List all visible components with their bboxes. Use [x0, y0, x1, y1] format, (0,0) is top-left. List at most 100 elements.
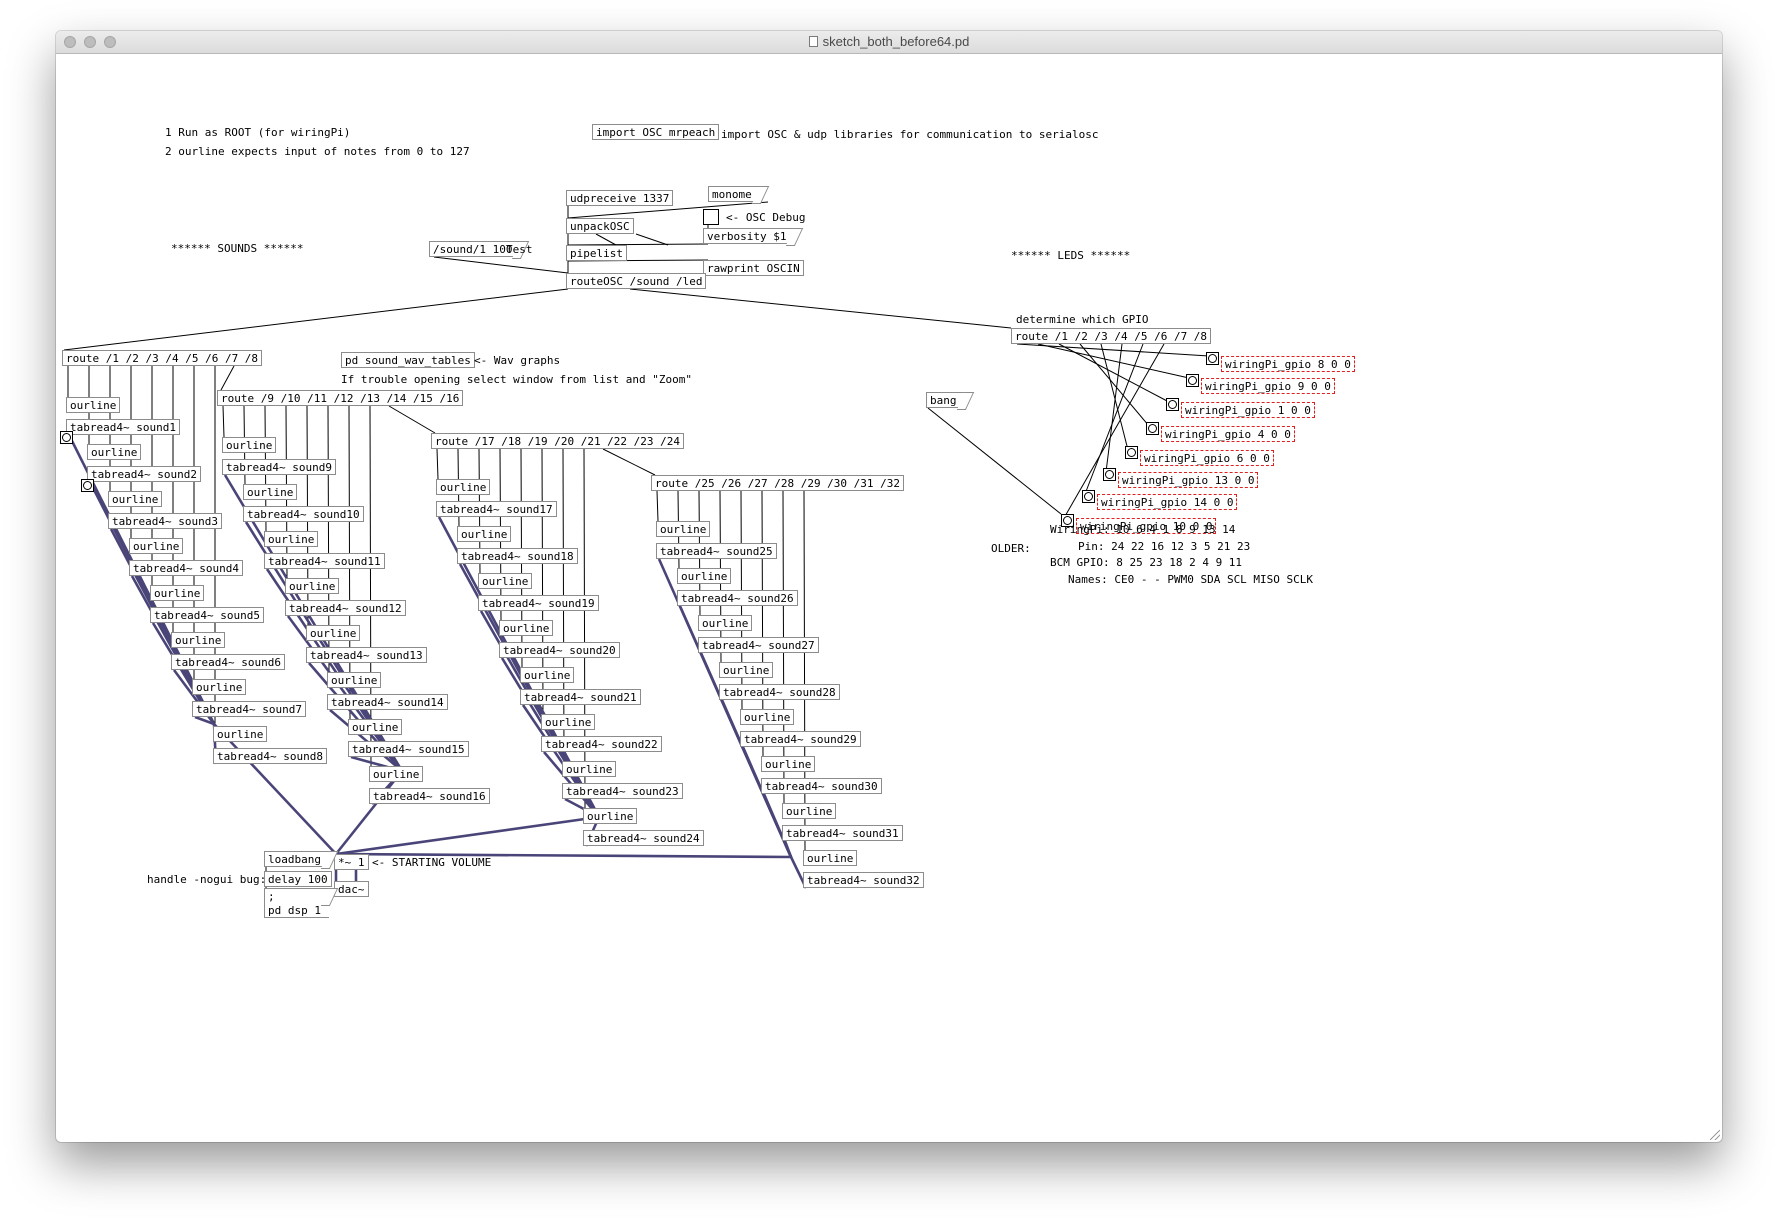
tabread-object[interactable]: tabread4~ sound11 [264, 553, 385, 569]
ourline-object[interactable]: ourline [698, 615, 753, 631]
wiringpi-gpio-object[interactable]: wiringPi_gpio 6 0 0 [1140, 450, 1274, 466]
tabread-object[interactable]: tabread4~ sound12 [285, 600, 406, 616]
ourline-object[interactable]: ourline [782, 803, 837, 819]
ourline-object[interactable]: ourline [213, 726, 268, 742]
ourline-object[interactable]: ourline [719, 662, 774, 678]
patch-canvas[interactable]: 1 Run as ROOT (for wiringPi) 2 ourline e… [56, 54, 1722, 1142]
tabread-object[interactable]: tabread4~ sound24 [583, 830, 704, 846]
voice-bang[interactable] [60, 431, 73, 444]
ourline-object[interactable]: ourline [348, 719, 403, 735]
multiply-object[interactable]: *~ 1 [334, 854, 369, 870]
tabread-object[interactable]: tabread4~ sound21 [520, 689, 641, 705]
gpio-bang[interactable] [1146, 422, 1159, 435]
ourline-object[interactable]: ourline [562, 761, 617, 777]
tabread-object[interactable]: tabread4~ sound17 [436, 501, 557, 517]
pd-dsp-message[interactable]: ; pd dsp 1 [264, 888, 329, 918]
tabread-object[interactable]: tabread4~ sound16 [369, 788, 490, 804]
tabread-object[interactable]: tabread4~ sound9 [222, 459, 336, 475]
ourline-object[interactable]: ourline [222, 437, 277, 453]
tabread-object[interactable]: tabread4~ sound27 [698, 637, 819, 653]
wiringpi-gpio-object[interactable]: wiringPi_gpio 8 0 0 [1221, 356, 1355, 372]
dac-object[interactable]: dac~ [334, 881, 369, 897]
sound-route-2[interactable]: route /9 /10 /11 /12 /13 /14 /15 /16 [217, 390, 464, 406]
ourline-object[interactable]: ourline [108, 491, 163, 507]
delay-object[interactable]: delay 100 [264, 871, 332, 887]
tabread-object[interactable]: tabread4~ sound5 [150, 607, 264, 623]
tabread-object[interactable]: tabread4~ sound4 [129, 560, 243, 576]
verbosity-message[interactable]: verbosity $1 [703, 228, 795, 244]
ourline-object[interactable]: ourline [803, 850, 858, 866]
wiringpi-gpio-object[interactable]: wiringPi_gpio 9 0 0 [1201, 378, 1335, 394]
gpio-bang[interactable] [1186, 374, 1199, 387]
ourline-object[interactable]: ourline [677, 568, 732, 584]
ourline-object[interactable]: ourline [436, 479, 491, 495]
tabread-object[interactable]: tabread4~ sound10 [243, 506, 364, 522]
tabread-object[interactable]: tabread4~ sound6 [171, 654, 285, 670]
tabread-object[interactable]: tabread4~ sound7 [192, 701, 306, 717]
ourline-object[interactable]: ourline [761, 756, 816, 772]
gpio-bang[interactable] [1082, 490, 1095, 503]
ourline-object[interactable]: ourline [656, 521, 711, 537]
wiringpi-gpio-object[interactable]: wiringPi_gpio 14 0 0 [1097, 494, 1238, 510]
ourline-object[interactable]: ourline [192, 679, 247, 695]
tabread-object[interactable]: tabread4~ sound23 [562, 783, 683, 799]
wav-tables-subpatch[interactable]: pd sound_wav_tables [341, 352, 475, 368]
gpio-bang[interactable] [1206, 352, 1219, 365]
sound-route-4[interactable]: route /25 /26 /27 /28 /29 /30 /31 /32 [651, 475, 905, 491]
resize-handle[interactable] [1710, 1130, 1720, 1140]
sound-route-1[interactable]: route /1 /2 /3 /4 /5 /6 /7 /8 [62, 350, 263, 366]
tabread-object[interactable]: tabread4~ sound31 [782, 825, 903, 841]
ourline-object[interactable]: ourline [499, 620, 554, 636]
ourline-object[interactable]: ourline [66, 397, 121, 413]
tabread-object[interactable]: tabread4~ sound3 [108, 513, 222, 529]
gpio-bang[interactable] [1103, 468, 1116, 481]
osc-debug-toggle[interactable] [703, 209, 719, 225]
tabread-object[interactable]: tabread4~ sound15 [348, 741, 469, 757]
ourline-object[interactable]: ourline [583, 808, 638, 824]
ourline-object[interactable]: ourline [478, 573, 533, 589]
tabread-object[interactable]: tabread4~ sound2 [87, 466, 201, 482]
tabread-object[interactable]: tabread4~ sound29 [740, 731, 861, 747]
ourline-object[interactable]: ourline [171, 632, 226, 648]
gpio-bang[interactable] [1166, 398, 1179, 411]
ourline-object[interactable]: ourline [457, 526, 512, 542]
tabread-object[interactable]: tabread4~ sound14 [327, 694, 448, 710]
wiringpi-gpio-object[interactable]: wiringPi_gpio 4 0 0 [1161, 426, 1295, 442]
tabread-object[interactable]: tabread4~ sound18 [457, 548, 578, 564]
ourline-object[interactable]: ourline [264, 531, 319, 547]
tabread-object[interactable]: tabread4~ sound8 [213, 748, 327, 764]
tabread-object[interactable]: tabread4~ sound25 [656, 543, 777, 559]
rawprint-object[interactable]: rawprint OSCIN [703, 260, 804, 276]
tabread-object[interactable]: tabread4~ sound28 [719, 684, 840, 700]
tabread-object[interactable]: tabread4~ sound20 [499, 642, 620, 658]
wiringpi-gpio-object[interactable]: wiringPi_gpio 1 0 0 [1181, 402, 1315, 418]
udpreceive-object[interactable]: udpreceive 1337 [566, 190, 674, 206]
ourline-object[interactable]: ourline [150, 585, 205, 601]
tabread-object[interactable]: tabread4~ sound32 [803, 872, 924, 888]
import-object[interactable]: import OSC mrpeach [592, 124, 720, 140]
gpio-bang[interactable] [1125, 446, 1138, 459]
ourline-object[interactable]: ourline [243, 484, 298, 500]
tabread-object[interactable]: tabread4~ sound22 [541, 736, 662, 752]
tabread-object[interactable]: tabread4~ sound1 [66, 419, 180, 435]
sound-route-3[interactable]: route /17 /18 /19 /20 /21 /22 /23 /24 [431, 433, 685, 449]
ourline-object[interactable]: ourline [541, 714, 596, 730]
monome-message[interactable]: monome [708, 186, 760, 202]
title-bar[interactable]: sketch_both_before64.pd [56, 31, 1722, 54]
tabread-object[interactable]: tabread4~ sound13 [306, 647, 427, 663]
routeosc-object[interactable]: routeOSC /sound /led [566, 273, 707, 289]
tabread-object[interactable]: tabread4~ sound30 [761, 778, 882, 794]
ourline-object[interactable]: ourline [369, 766, 424, 782]
ourline-object[interactable]: ourline [520, 667, 575, 683]
ourline-object[interactable]: ourline [129, 538, 184, 554]
unpackosc-object[interactable]: unpackOSC [566, 218, 634, 234]
loadbang-object[interactable]: loadbang [264, 851, 329, 867]
wiringpi-gpio-object[interactable]: wiringPi_gpio 13 0 0 [1118, 472, 1259, 488]
ourline-object[interactable]: ourline [740, 709, 795, 725]
ourline-object[interactable]: ourline [327, 672, 382, 688]
voice-bang[interactable] [81, 479, 94, 492]
pipelist-object[interactable]: pipelist [566, 245, 627, 261]
ourline-object[interactable]: ourline [87, 444, 142, 460]
tabread-object[interactable]: tabread4~ sound26 [677, 590, 798, 606]
bang-message[interactable]: bang [926, 392, 965, 408]
